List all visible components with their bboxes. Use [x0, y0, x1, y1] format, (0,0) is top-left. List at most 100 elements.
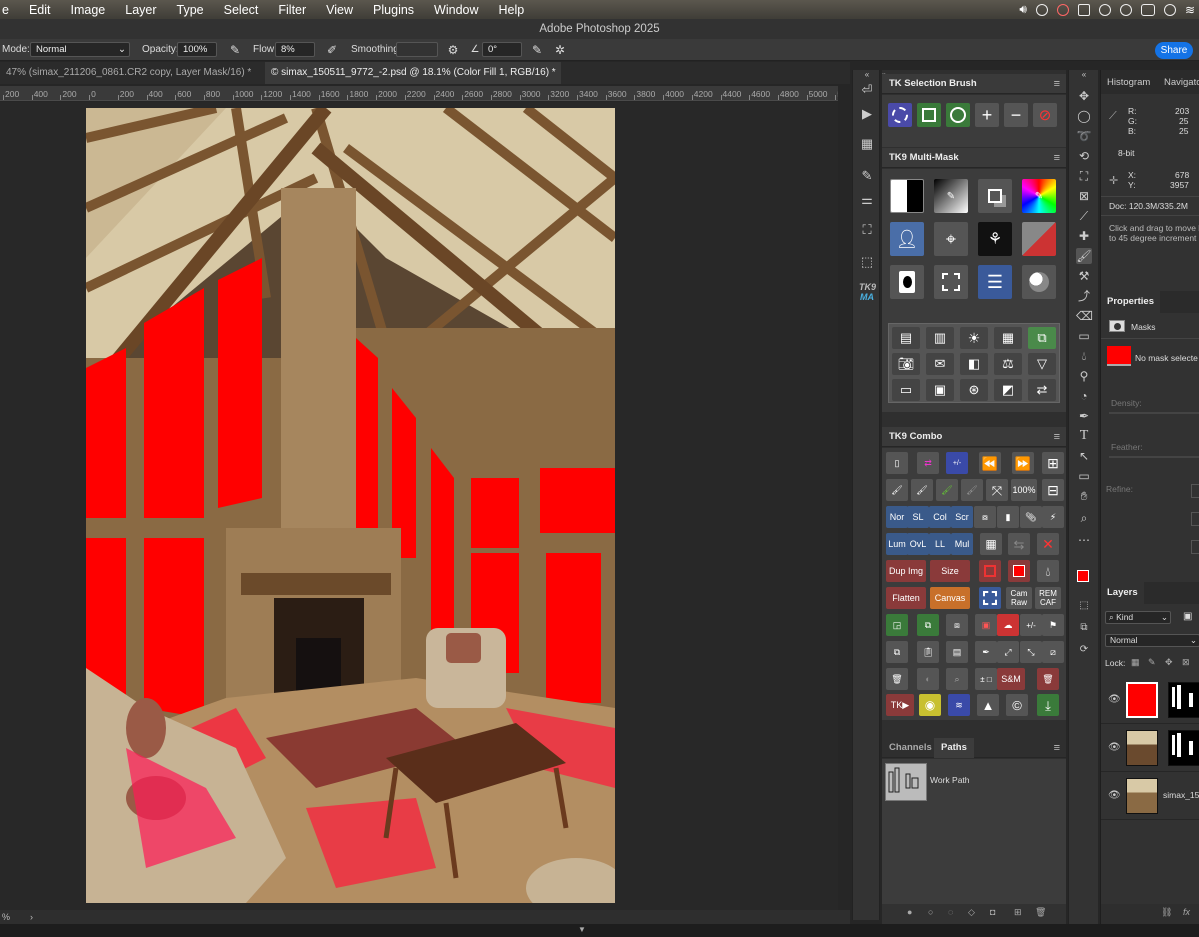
horizontal-ruler[interactable]: 200 400 200 0 200 400 600 800 1000 1200 1400 1600 18… — [0, 86, 838, 101]
blend-screen-button[interactable]: Scr — [951, 506, 973, 528]
ellipse-select-icon[interactable] — [888, 103, 912, 127]
calculator-icon[interactable]: ▦ — [980, 533, 1002, 555]
add-icon[interactable]: + — [975, 103, 999, 127]
lock-transparent-icon[interactable]: ▦ — [1131, 657, 1140, 668]
layer-new-icon[interactable]: ◲ — [886, 614, 908, 636]
tk-arrow-button[interactable]: TK▶ — [886, 694, 914, 716]
menu-help[interactable]: Help — [489, 3, 535, 17]
gear-icon[interactable]: ⚙ — [446, 43, 460, 57]
brush-settings-icon[interactable]: ✎ — [859, 168, 875, 184]
lock-paint-icon[interactable]: ✎ — [1148, 657, 1156, 668]
mask-ghost-icon[interactable]: ◐ — [917, 668, 939, 690]
play-icon[interactable] — [1119, 3, 1132, 16]
share-button[interactable]: Share — [1155, 42, 1193, 59]
screen-mode-icon[interactable]: ⧉ — [1076, 620, 1092, 636]
feather-slider[interactable] — [1109, 456, 1199, 458]
path-row[interactable]: Work Path — [882, 763, 1054, 801]
fx-icon[interactable]: fx — [1183, 907, 1190, 917]
trash-icon[interactable]: 🗑︎ — [886, 668, 908, 690]
blend-mode-select[interactable]: Normal ⌄ — [1105, 634, 1199, 647]
exposure-icon[interactable]: ◩ — [994, 379, 1022, 401]
minus-box-icon[interactable]: ⊟ — [1042, 479, 1064, 501]
clock-icon[interactable] — [1035, 3, 1048, 16]
chevron-down-icon[interactable]: ▼ — [578, 925, 586, 934]
list-icon[interactable]: ☰ — [978, 265, 1012, 299]
swap-icon[interactable]: ⇄ — [1028, 379, 1056, 401]
cancel-icon[interactable]: ⊘ — [1033, 103, 1057, 127]
menu-app[interactable]: e — [0, 3, 19, 17]
person-badge-icon[interactable]: ▣ — [975, 614, 997, 636]
pm-color-button[interactable]: +/- — [946, 452, 968, 474]
panel-header-selection-brush[interactable]: TK Selection Brush ≡ — [882, 74, 1066, 94]
mask-layer-icon[interactable] — [890, 265, 924, 299]
lasso-tool-icon[interactable]: ➰ — [1076, 128, 1092, 144]
search-icon[interactable]: ⌕ — [946, 668, 968, 690]
history-brush-tool-icon[interactable]: ⤴ — [1076, 288, 1092, 304]
path-to-selection-icon[interactable]: ◌ — [948, 907, 953, 917]
blend-luminosity-button[interactable]: Lum — [886, 533, 908, 555]
actions-play-icon[interactable]: ▶ — [859, 106, 875, 122]
target-mask-icon[interactable]: ⌖ — [934, 222, 968, 256]
panel-menu-icon[interactable]: ≡ — [1054, 738, 1060, 758]
zoom-tool-icon[interactable]: ⌕ — [1076, 510, 1092, 526]
expand-icon[interactable]: ⤧ — [986, 479, 1008, 501]
selection-to-path-icon[interactable]: ◇ — [968, 907, 975, 918]
menu-plugins[interactable]: Plugins — [363, 3, 424, 17]
opacity-input[interactable]: 100% — [177, 42, 217, 57]
tab-layers[interactable]: Layers — [1101, 582, 1144, 604]
new-doc-icon[interactable]: ▯ — [886, 452, 908, 474]
red-frame-icon[interactable] — [979, 560, 1001, 582]
tab-document-2[interactable]: © simax_150511_9772_-2.psd @ 18.1% (Colo… — [265, 62, 561, 84]
zoom-readout[interactable]: % — [2, 912, 10, 922]
layer-row-copy[interactable]: 👁︎ — [1101, 724, 1199, 772]
frame-tool-icon[interactable]: ⊠ — [1076, 188, 1092, 204]
fast-forward-icon[interactable]: ⏩ — [1012, 452, 1034, 474]
invert-button[interactable] — [1191, 540, 1199, 554]
black-brush-icon[interactable]: 🖌︎ — [886, 479, 908, 501]
panel-header-multi-mask[interactable]: TK9 Multi-Mask ≡ — [882, 148, 1066, 168]
blend-color-button[interactable]: Col — [929, 506, 951, 528]
red-square-icon[interactable] — [1008, 560, 1030, 582]
quick-select-tool-icon[interactable]: ⟲ — [1076, 148, 1092, 164]
tab-document-1[interactable]: 47% (simax_211206_0861.CR2 copy, Layer M… — [0, 62, 262, 84]
channels-mix-icon[interactable] — [1022, 265, 1056, 299]
wifi-icon[interactable]: ≋ — [1185, 3, 1195, 17]
foreground-color-swatch[interactable] — [1077, 570, 1089, 582]
menu-view[interactable]: View — [316, 3, 363, 17]
rgb-icon[interactable]: ⊛ — [960, 379, 988, 401]
download-icon[interactable]: ⤓ — [1037, 694, 1059, 716]
color-range-button[interactable] — [1191, 512, 1199, 526]
menu-window[interactable]: Window — [424, 3, 488, 17]
blend-linearlight-button[interactable]: LL — [929, 533, 951, 555]
history-icon[interactable]: ⏎ — [859, 82, 875, 98]
visibility-eye-icon[interactable]: 👁︎ — [1108, 694, 1121, 705]
stack-icon[interactable]: ▤ — [946, 641, 968, 663]
plus-box-icon[interactable]: ⊞ — [1042, 452, 1064, 474]
split-mask-icon[interactable] — [1022, 222, 1056, 256]
luminosity-mask-icon[interactable] — [890, 179, 924, 213]
panel-menu-icon[interactable]: ≡ — [1054, 74, 1060, 94]
smoothing-input[interactable] — [396, 42, 438, 57]
density-slider[interactable] — [1109, 412, 1199, 414]
envelope-icon[interactable]: ✉ — [926, 353, 954, 375]
dodge-tool-icon[interactable]: ⚲ — [1076, 368, 1092, 384]
menu-edit[interactable]: Edit — [19, 3, 61, 17]
layer-mask-thumbnail[interactable] — [1168, 730, 1199, 766]
triangle-down-icon[interactable]: ▽ — [1028, 353, 1056, 375]
tab-paths[interactable]: Paths — [934, 738, 974, 758]
brightness-icon[interactable]: ☀ — [960, 327, 988, 349]
arrows-out-icon[interactable]: ⤢ — [997, 641, 1019, 663]
color-mask-icon[interactable]: ✎ — [1022, 179, 1056, 213]
contrast-icon[interactable]: ◧ — [960, 353, 988, 375]
delete-path-icon[interactable]: 🗑︎ — [1035, 907, 1046, 918]
grid-icon[interactable]: ▦ — [859, 136, 875, 152]
film-icon[interactable]: ▦ — [994, 327, 1022, 349]
quick-mask-icon[interactable]: ⬚ — [1076, 598, 1092, 614]
pressure-opacity-icon[interactable]: ✎ — [228, 43, 242, 57]
stamp-small-icon[interactable]: ⚑ — [1042, 614, 1064, 636]
hand-tool-icon[interactable]: ✋︎ — [1076, 488, 1092, 504]
rem-caf-button[interactable]: REM CAF — [1035, 587, 1061, 609]
drop-icon[interactable]: 💧︎ — [1037, 560, 1059, 582]
visibility-eye-icon[interactable]: 👁︎ — [1108, 742, 1121, 753]
trash-red-icon[interactable]: 🗑︎ — [1037, 668, 1059, 690]
